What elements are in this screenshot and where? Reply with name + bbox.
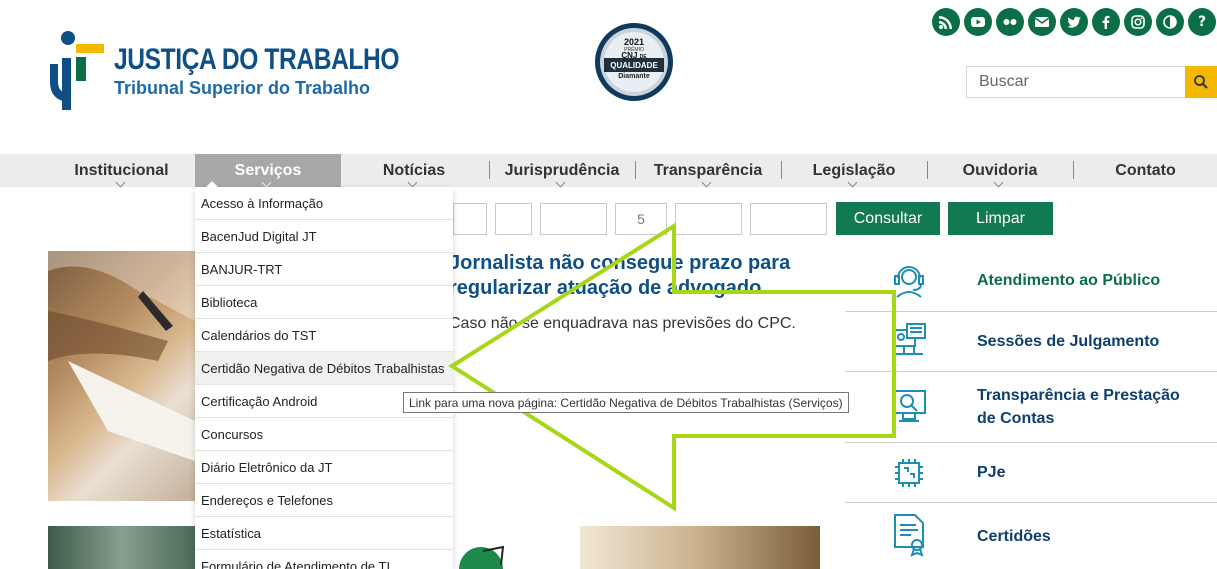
news-thumbnail[interactable]	[48, 526, 195, 569]
service-label: Transparência e Prestação de Contas	[977, 387, 1180, 427]
twitter-icon[interactable]	[1060, 8, 1088, 36]
dropdown-item-formulario-ti[interactable]: Formulário de Atendimento de TI	[195, 550, 453, 569]
dropdown-item-certidao-negativa[interactable]: Certidão Negativa de Débitos Trabalhista…	[195, 352, 453, 385]
search-icon	[1194, 75, 1208, 89]
service-pje[interactable]: PJe	[845, 443, 1217, 503]
process-field-1[interactable]	[453, 203, 487, 235]
dropdown-item-estatistica[interactable]: Estatística	[195, 517, 453, 550]
limpar-button[interactable]: Limpar	[948, 202, 1053, 235]
nav-label: Jurisprudência	[504, 161, 620, 179]
nav-transparencia[interactable]: Transparência	[636, 154, 780, 188]
service-transparencia[interactable]: Transparência e Prestação de Contas	[845, 372, 1217, 443]
certificate-icon	[889, 513, 929, 557]
chip-icon	[889, 453, 929, 493]
seal-line3: DE	[639, 54, 647, 60]
news-photo[interactable]	[48, 251, 195, 501]
dropdown-item-enderecos[interactable]: Endereços e Telefones	[195, 484, 453, 517]
dropdown-item-biblioteca[interactable]: Biblioteca	[195, 286, 453, 319]
seal-line5: Diamante	[618, 73, 650, 80]
nav-label: Institucional	[74, 161, 169, 179]
search-button[interactable]	[1185, 66, 1217, 98]
search-input[interactable]	[966, 66, 1185, 98]
nav-label: Transparência	[653, 161, 763, 179]
nav-label: Contato	[1115, 161, 1176, 179]
decorative-leaf-icon	[453, 541, 509, 569]
contrast-icon[interactable]	[1156, 8, 1184, 36]
process-field-4[interactable]: 5	[615, 203, 667, 235]
service-label: Atendimento ao Público	[977, 272, 1161, 289]
process-field-6[interactable]	[750, 203, 827, 235]
news-excerpt: Caso não se enquadrava nas previsões do …	[449, 315, 796, 332]
dropdown-item-calendarios[interactable]: Calendários do TST	[195, 319, 453, 352]
nav-label: Ouvidoria	[962, 161, 1038, 179]
seal-line2: CNJ	[621, 51, 638, 60]
dropdown-item-concursos[interactable]: Concursos	[195, 418, 453, 451]
process-field-3[interactable]	[540, 203, 607, 235]
video-session-icon	[889, 322, 929, 362]
logo-title: JUSTIÇA DO TRABALHO	[114, 43, 400, 76]
nav-contato[interactable]: Contato	[1074, 154, 1217, 187]
service-certidoes[interactable]: Certidões	[845, 503, 1217, 569]
process-field-5[interactable]	[675, 203, 742, 235]
nav-noticias[interactable]: Notícias	[341, 154, 487, 188]
nav-label: Serviços	[234, 161, 302, 179]
rss-icon[interactable]	[932, 8, 960, 36]
cnj-quality-seal: 2021 PRÊMIO CNJ DE QUALIDADE Diamante	[594, 22, 674, 102]
dropdown-item-banjur[interactable]: BANJUR-TRT	[195, 253, 453, 286]
service-label: PJe	[977, 464, 1006, 481]
site-logo[interactable]: JUSTIÇA DO TRABALHO Tribunal Superior do…	[48, 30, 462, 112]
main-nav: Institucional Serviços Notícias Jurispru…	[0, 154, 1217, 188]
flickr-icon[interactable]	[996, 8, 1024, 36]
service-label: Certidões	[977, 528, 1051, 545]
monitor-search-icon	[889, 387, 929, 427]
instagram-icon[interactable]	[1124, 8, 1152, 36]
servicos-dropdown-menu: Acesso à Informação BacenJud Digital JT …	[195, 187, 453, 569]
dropdown-item-diario-eletronico[interactable]: Diário Eletrônico da JT	[195, 451, 453, 484]
service-atendimento[interactable]: Atendimento ao Público	[845, 251, 1217, 312]
seal-year: 2021	[623, 37, 645, 47]
dropdown-item-bacenjud[interactable]: BacenJud Digital JT	[195, 220, 453, 253]
news-thumbnail[interactable]	[580, 526, 820, 569]
nav-legislacao[interactable]: Legislação	[782, 154, 926, 188]
dropdown-item-acesso-informacao[interactable]: Acesso à Informação	[195, 187, 453, 220]
logo-subtitle: Tribunal Superior do Trabalho	[114, 78, 371, 98]
email-icon[interactable]	[1028, 8, 1056, 36]
search-bar	[966, 66, 1217, 98]
help-icon[interactable]: ?	[1188, 8, 1216, 36]
facebook-icon[interactable]	[1092, 8, 1120, 36]
nav-label: Notícias	[382, 161, 446, 179]
nav-jurisprudencia[interactable]: Jurisprudência	[490, 154, 634, 188]
logo-mark-icon	[48, 30, 106, 112]
social-icons-bar: ?	[932, 8, 1217, 36]
youtube-icon[interactable]	[964, 8, 992, 36]
link-tooltip: Link para uma nova página: Certidão Nega…	[403, 392, 849, 413]
service-label: Sessões de Julgamento	[977, 333, 1160, 350]
seal-line4: QUALIDADE	[610, 61, 658, 70]
news-headline[interactable]: Jornalista não consegue prazo para regul…	[449, 251, 809, 301]
service-sessoes[interactable]: Sessões de Julgamento	[845, 312, 1217, 372]
consultar-button[interactable]: Consultar	[836, 202, 940, 235]
nav-ouvidoria[interactable]: Ouvidoria	[928, 154, 1072, 188]
nav-institucional[interactable]: Institucional	[48, 154, 195, 188]
headset-icon	[889, 261, 929, 301]
nav-label: Legislação	[812, 161, 896, 179]
dropdown-pointer	[205, 181, 219, 188]
process-field-2[interactable]	[495, 203, 532, 235]
